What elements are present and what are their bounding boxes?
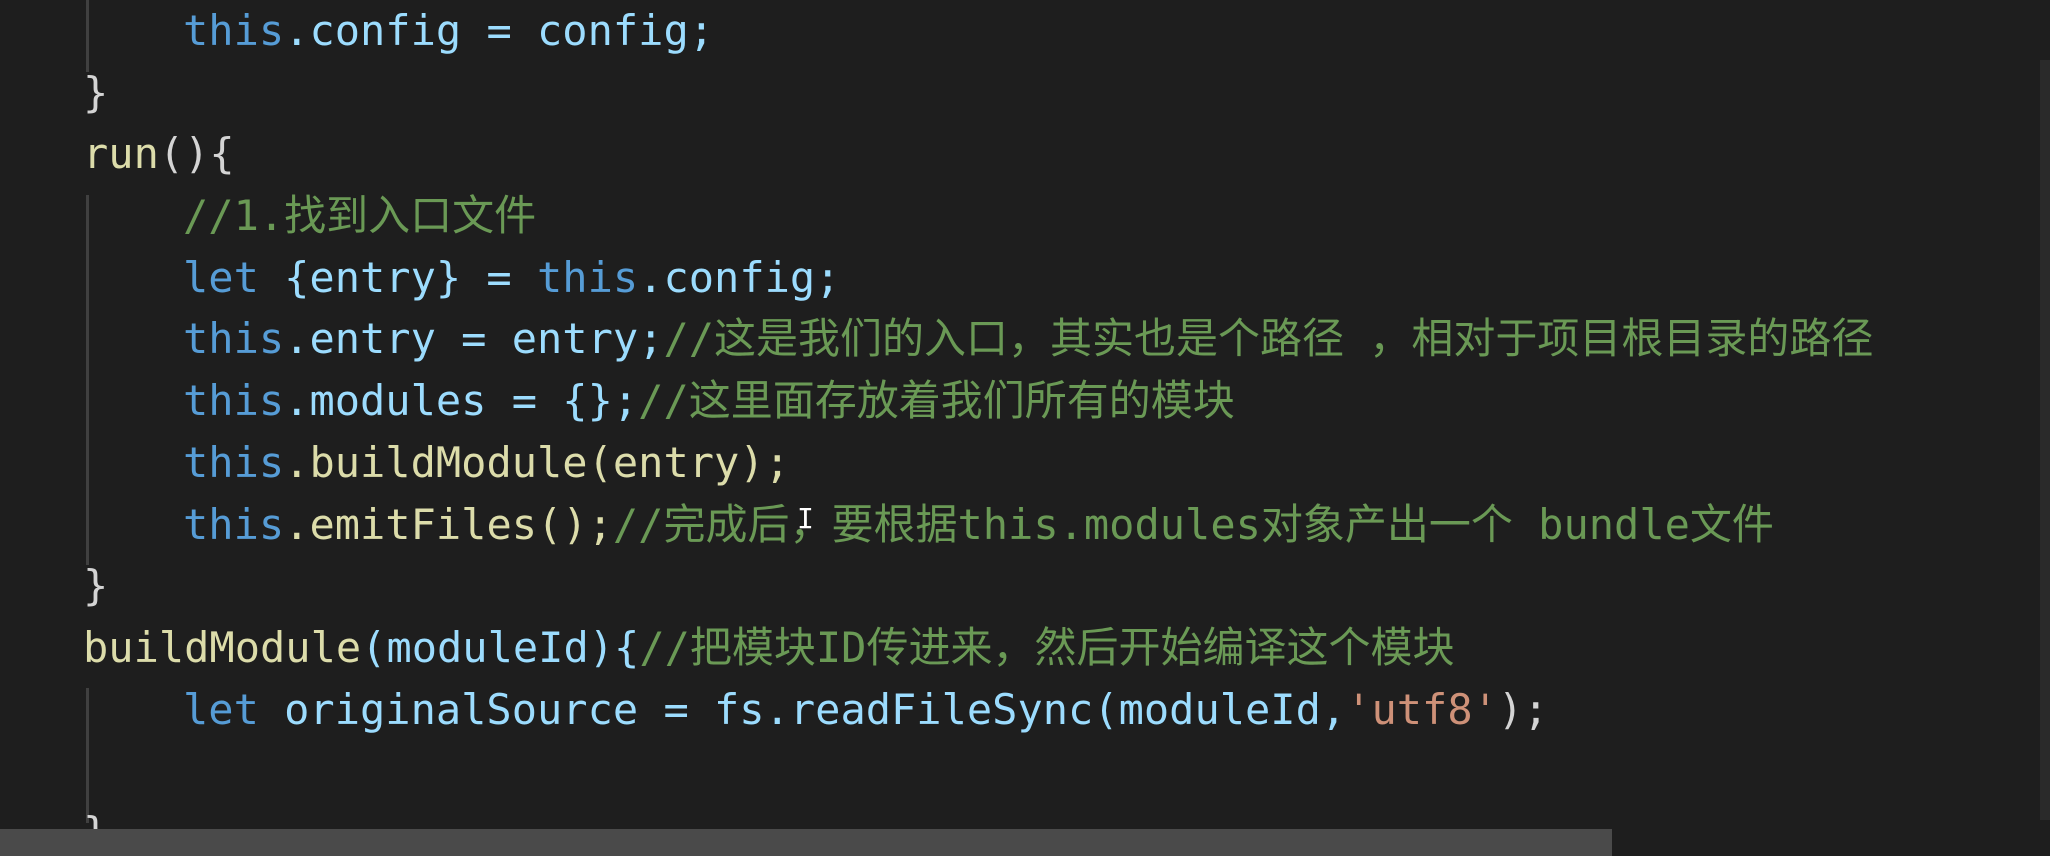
code-text: (){ [158, 129, 235, 179]
comment: //这是我们的入口，其实也是个路径 ，相对于项目根目录的路径 [663, 314, 1874, 364]
code-line-11: buildModule(moduleId){//把模块ID传进来，然后开始编译这… [0, 617, 2050, 679]
code-text: .modules = {}; [284, 376, 639, 426]
text-cursor-icon: I [797, 502, 814, 535]
code-editor[interactable]: this.config = config; } run(){ //1.找到入口文… [0, 0, 2050, 856]
keyword: this [537, 252, 639, 302]
code-text: originalSource = fs.readFileSync(moduleI… [258, 684, 1347, 734]
code-text: .buildModule(entry); [284, 437, 790, 487]
keyword: let [183, 684, 259, 734]
horizontal-scrollbar[interactable] [0, 829, 1612, 856]
code-line-12: let originalSource = fs.readFileSync(mod… [0, 679, 2050, 741]
comment: //这里面存放着我们所有的模块 [638, 376, 1235, 426]
code-text: .config; [638, 252, 841, 302]
keyword: this [183, 437, 285, 487]
code-line-5: let {entry} = this.config; [0, 247, 2050, 309]
string-literal: 'utf8' [1346, 684, 1498, 734]
code-text: .config = config; [284, 6, 715, 55]
comment: //完成后，要根据this.modules对象产出一个 bundle文件 [612, 499, 1774, 549]
code-line-9: this.emitFiles();//完成后，要根据this.modules对象… [0, 494, 2050, 556]
keyword: this [183, 376, 285, 426]
code-text: .emitFiles(); [284, 499, 613, 549]
keyword: this [183, 499, 285, 549]
keyword: let [183, 252, 259, 302]
comment: //把模块ID传进来，然后开始编译这个模块 [639, 622, 1455, 672]
code-line-2: } [0, 62, 2050, 124]
function-name: buildModule [83, 622, 362, 672]
code-line-8: this.buildModule(entry); [0, 432, 2050, 494]
code-line-4: //1.找到入口文件 [0, 185, 2050, 247]
comment: //1.找到入口文件 [183, 191, 537, 241]
keyword: this [183, 314, 285, 364]
code-line-3: run(){ [0, 123, 2050, 185]
code-line-1: this.config = config; [0, 0, 2050, 62]
vertical-scrollbar[interactable] [2040, 60, 2050, 820]
code-text: (moduleId){ [361, 622, 640, 672]
code-line-6: this.entry = entry;//这是我们的入口，其实也是个路径 ，相对… [0, 308, 2050, 370]
code-text: {entry} = [258, 252, 538, 302]
code-text: .entry = entry; [284, 314, 664, 364]
keyword: this [183, 6, 285, 55]
function-name: run [83, 129, 159, 179]
code-line-10: } [0, 555, 2050, 617]
code-area[interactable]: this.config = config; } run(){ //1.找到入口文… [0, 0, 2050, 856]
code-text: } [83, 561, 109, 611]
code-text: } [83, 67, 109, 117]
code-line-7: this.modules = {};//这里面存放着我们所有的模块 [0, 370, 2050, 432]
code-text: ); [1497, 684, 1549, 734]
